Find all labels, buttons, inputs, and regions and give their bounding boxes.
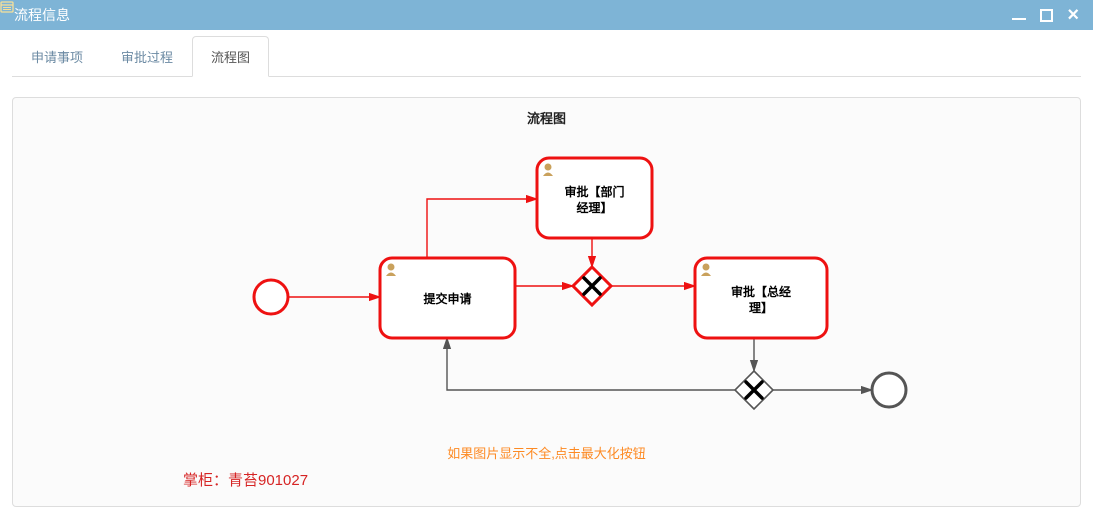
panel-title: 流程图 <box>13 98 1080 133</box>
task-node-submit[interactable]: 提交申请 <box>380 258 515 338</box>
tab-bar: 申请事项 审批过程 流程图 <box>12 36 1081 77</box>
maximize-icon[interactable] <box>1040 9 1053 22</box>
task-label: 提交申请 <box>423 291 471 306</box>
diagram-canvas: 提交申请审批【部门经理】审批【总经理】 <box>13 133 1080 433</box>
window-title: 流程信息 <box>14 5 70 25</box>
task-node-approve_dept[interactable]: 审批【部门经理】 <box>537 158 652 238</box>
titlebar-left: 流程信息 <box>8 5 70 25</box>
flowchart-panel: 流程图 提交申请审批【部门经理】审批【总经理】 如果图片显示不全,点击最大化按钮… <box>12 97 1081 507</box>
hint-text: 如果图片显示不全,点击最大化按钮 <box>13 443 1080 462</box>
task-node-approve_gm[interactable]: 审批【总经理】 <box>695 258 827 338</box>
task-label: 审批【部门 <box>564 184 624 199</box>
maximize-hint-link[interactable]: 如果图片显示不全,点击最大化按钮 <box>447 446 646 461</box>
flowchart-svg: 提交申请审批【部门经理】审批【总经理】 <box>13 133 1073 433</box>
minimize-icon[interactable] <box>1012 8 1026 22</box>
edge-submit-approve_dept <box>427 199 537 258</box>
task-label: 理】 <box>749 300 773 315</box>
window-titlebar: 流程信息 × <box>0 0 1093 30</box>
task-label: 经理】 <box>576 200 612 215</box>
end-node[interactable] <box>872 373 906 407</box>
tab-apply[interactable]: 申请事项 <box>12 36 102 76</box>
start-node[interactable] <box>254 280 288 314</box>
gateway-node-gateway2[interactable] <box>735 371 773 409</box>
watermark-text: 掌柜：青苔901027 <box>183 469 308 490</box>
window-controls: × <box>1012 8 1085 22</box>
tab-flowchart[interactable]: 流程图 <box>192 36 269 77</box>
content-area: 申请事项 审批过程 流程图 流程图 提交申请审批【部门经理】审批【总经理】 如果… <box>0 36 1093 507</box>
tab-approval-process[interactable]: 审批过程 <box>102 36 192 76</box>
gateway-node-gateway1[interactable] <box>573 267 611 305</box>
task-label: 审批【总经 <box>731 284 791 299</box>
close-icon[interactable]: × <box>1067 8 1079 22</box>
edge-gateway2-submit <box>447 338 735 390</box>
